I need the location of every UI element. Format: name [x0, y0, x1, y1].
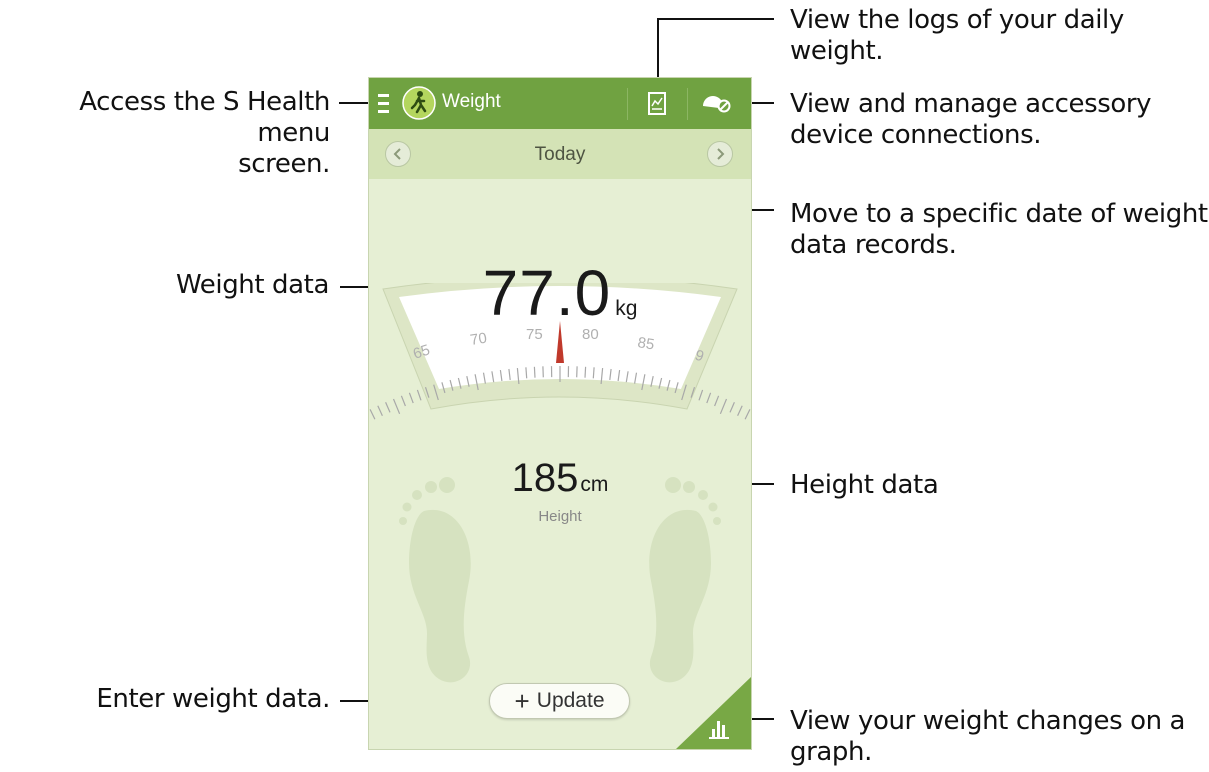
tick-label-70: 70 — [469, 330, 488, 349]
plus-icon: + — [514, 686, 530, 716]
callout-height: Height data — [790, 470, 939, 501]
accessory-icon — [703, 96, 731, 113]
height-value: 185 — [511, 456, 579, 500]
next-date-button[interactable] — [707, 141, 733, 167]
callout-date-line2: data records. — [790, 230, 957, 260]
callout-weight-line1: Weight data — [175, 270, 329, 300]
scale-tick — [369, 409, 376, 420]
callout-enter-line1: Enter weight data. — [96, 684, 330, 714]
log-chart-icon — [648, 92, 666, 115]
graph-corner — [676, 677, 751, 749]
callout-enter: Enter weight data. — [0, 684, 330, 715]
scale-tick — [719, 398, 728, 415]
update-button-label: Update — [536, 689, 605, 712]
callout-weight: Weight data — [0, 270, 329, 301]
callout-accessory-line2: device connections. — [790, 120, 1042, 150]
callout-height-line1: Height data — [790, 470, 939, 500]
graph-button[interactable] — [676, 677, 751, 749]
exercise-logo-icon — [402, 86, 436, 120]
callout-logs-line1: View the logs of your daily — [790, 5, 1124, 35]
action-divider-1 — [627, 88, 628, 120]
logs-button[interactable] — [642, 88, 672, 120]
scale-tick — [533, 366, 536, 378]
menu-icon — [378, 94, 389, 113]
scale-tick — [400, 395, 406, 407]
tick-label-85: 85 — [636, 334, 655, 353]
callout-menu-line1: Access the S Health menu — [79, 87, 330, 148]
scale-tick — [408, 392, 414, 404]
date-bar: Today — [369, 129, 751, 179]
weight-value: 77.0 — [482, 257, 612, 329]
app-title: Weight — [442, 91, 501, 112]
app-logo[interactable] — [402, 86, 436, 120]
height-unit: cm — [580, 473, 609, 496]
weight-readout: 77.0 kg — [369, 256, 751, 330]
scale-tick — [525, 367, 528, 379]
date-label[interactable]: Today — [369, 144, 751, 166]
next-arrow-icon — [717, 148, 725, 160]
scale-tick — [706, 392, 712, 404]
update-button[interactable]: + Update — [489, 683, 630, 719]
height-readout: 185cm — [369, 456, 751, 501]
callout-logs-line2: weight. — [790, 36, 884, 66]
action-divider-2 — [687, 88, 688, 120]
scale-tick — [714, 395, 720, 407]
weight-unit: kg — [615, 297, 638, 320]
callout-graph-line1: View your weight changes on a — [790, 706, 1186, 736]
callout-graph-line2: graph. — [790, 737, 872, 767]
callout-menu: Access the S Health menu screen. — [0, 87, 330, 180]
callout-accessory-line1: View and manage accessory — [790, 89, 1152, 119]
accessory-button[interactable] — [697, 90, 741, 118]
height-label: Height — [538, 508, 582, 525]
callout-menu-line2: screen. — [238, 149, 330, 179]
scale-tick — [416, 389, 422, 401]
scale-tick — [385, 402, 391, 413]
callout-logs: View the logs of your daily weight. — [790, 5, 1124, 67]
callout-date-line1: Move to a specific date of weight — [790, 199, 1208, 229]
menu-button[interactable] — [375, 91, 395, 117]
callout-date: Move to a specific date of weight data r… — [790, 199, 1208, 261]
leader-logs — [657, 18, 774, 80]
scale-tick — [377, 405, 383, 417]
scale-tick — [392, 398, 401, 415]
scale-tick — [737, 405, 743, 417]
scale-tick — [698, 389, 704, 401]
callout-graph: View your weight changes on a graph. — [790, 706, 1186, 768]
action-bar: Weight — [369, 78, 751, 129]
callout-accessory: View and manage accessory device connect… — [790, 89, 1152, 151]
scale-tick — [744, 409, 751, 420]
scale-tick — [584, 366, 587, 378]
scale-tick — [729, 402, 735, 413]
scale-tick — [592, 367, 595, 379]
phone-screen: Weight Today 65 70 75 80 85 9 77.0 kg 18… — [369, 78, 751, 749]
